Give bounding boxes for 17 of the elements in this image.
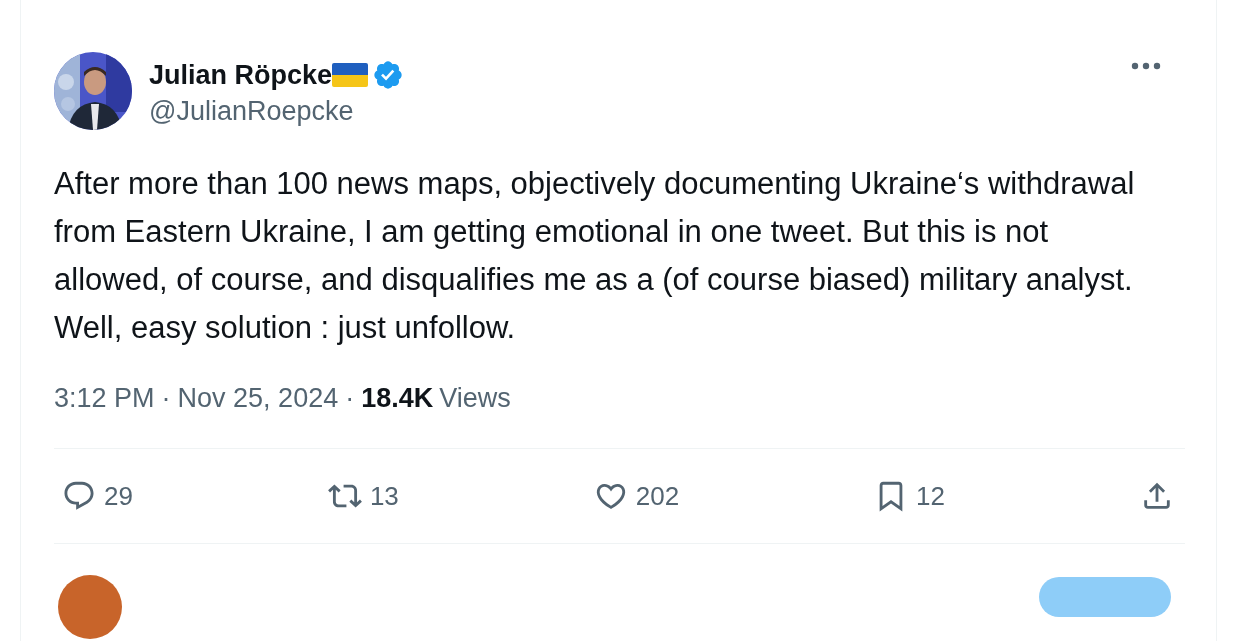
separator-dot: · [161,382,171,415]
bookmark-button[interactable]: 12 [874,479,945,513]
views-count: 18.4K [361,382,434,415]
post-time[interactable]: 3:12 PM [54,378,155,418]
repost-button[interactable]: 13 [327,479,399,513]
tweet-text: After more than 100 news maps, objectively documenting Ukraine‘s withdrawal from Eastern Ukraine, I am getting emotional in one tweet. But this is not allowed, of course, and disqualifies me as a (of course biased) military analyst. [54,165,1136,299]
reply-button[interactable]: 29 [62,479,133,513]
more-icon [1131,62,1161,70]
post-date[interactable]: Nov 25, 2024 [177,378,339,418]
speech-bubble-icon [62,479,96,513]
flag-icon [332,63,369,87]
author-handle[interactable]: @JulianRoepcke [149,96,354,126]
separator-dot: · [345,382,355,415]
like-button[interactable]: 202 [593,479,680,513]
tweet-text: Well, easy solution : just unfollow. [54,309,517,347]
views-label: Views [439,382,511,415]
author-name[interactable]: Julian Röpcke [149,58,333,92]
